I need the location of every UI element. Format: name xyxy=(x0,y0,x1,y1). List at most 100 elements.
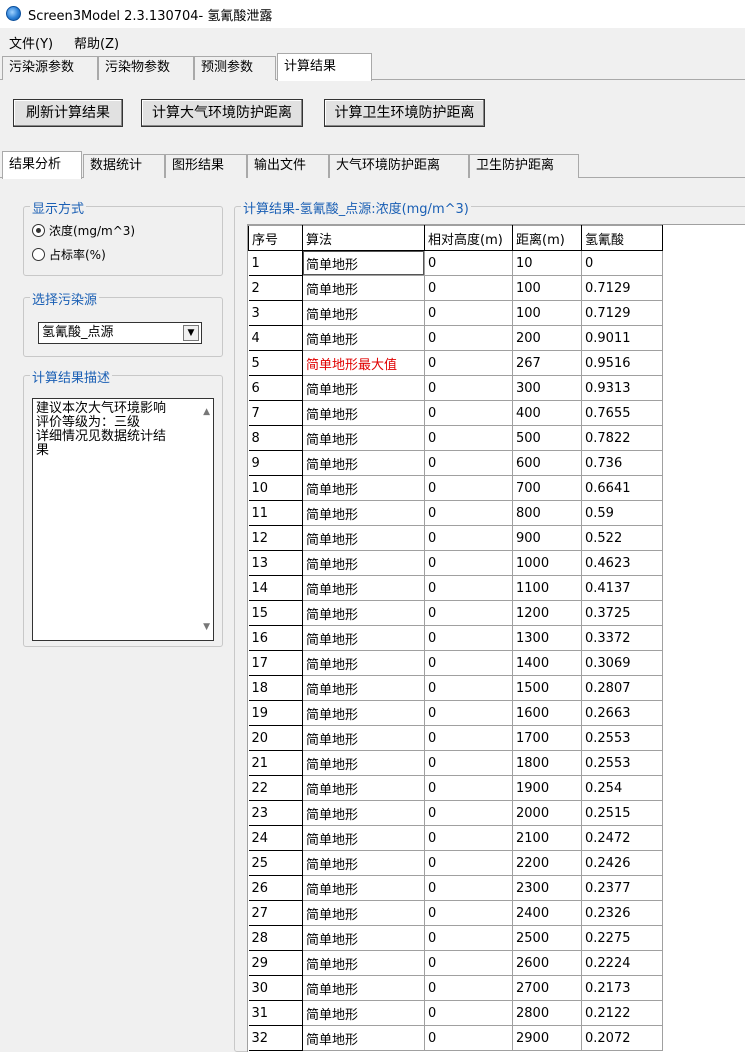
cell-height[interactable]: 0 xyxy=(424,850,513,876)
cell-algorithm[interactable]: 简单地形 xyxy=(302,725,425,751)
radio-ratio[interactable]: 占标率(%) xyxy=(32,246,106,263)
cell-distance[interactable]: 2700 xyxy=(512,975,582,1001)
cell-height[interactable]: 0 xyxy=(424,975,513,1001)
cell-algorithm[interactable]: 简单地形 xyxy=(302,1000,425,1026)
table-row[interactable]: 32 简单地形 0 2900 0.2072 xyxy=(248,1025,663,1051)
table-row[interactable]: 8 简单地形 0 500 0.7822 xyxy=(248,425,663,451)
cell-distance[interactable]: 700 xyxy=(512,475,582,501)
cell-height[interactable]: 0 xyxy=(424,575,513,601)
cell-index[interactable]: 19 xyxy=(248,700,303,726)
cell-hcn[interactable]: 0.522 xyxy=(581,525,663,551)
cell-hcn[interactable]: 0.9516 xyxy=(581,350,663,376)
cell-height[interactable]: 0 xyxy=(424,700,513,726)
cell-distance[interactable]: 1100 xyxy=(512,575,582,601)
cell-index[interactable]: 24 xyxy=(248,825,303,851)
table-row[interactable]: 30 简单地形 0 2700 0.2173 xyxy=(248,975,663,1001)
cell-hcn[interactable]: 0.3372 xyxy=(581,625,663,651)
cell-algorithm[interactable]: 简单地形 xyxy=(302,375,425,401)
cell-distance[interactable]: 100 xyxy=(512,275,582,301)
cell-algorithm[interactable]: 简单地形 xyxy=(302,950,425,976)
cell-index[interactable]: 18 xyxy=(248,675,303,701)
cell-height[interactable]: 0 xyxy=(424,625,513,651)
table-row[interactable]: 4 简单地形 0 200 0.9011 xyxy=(248,325,663,351)
cell-hcn[interactable]: 0.2072 xyxy=(581,1025,663,1051)
table-row[interactable]: 21 简单地形 0 1800 0.2553 xyxy=(248,750,663,776)
cell-distance[interactable]: 300 xyxy=(512,375,582,401)
cell-hcn[interactable]: 0.2326 xyxy=(581,900,663,926)
cell-height[interactable]: 0 xyxy=(424,550,513,576)
cell-hcn[interactable]: 0.7129 xyxy=(581,300,663,326)
cell-algorithm[interactable]: 简单地形 xyxy=(302,625,425,651)
chevron-down-icon[interactable]: ▼ xyxy=(183,325,199,341)
cell-algorithm[interactable]: 简单地形 xyxy=(302,900,425,926)
cell-algorithm[interactable]: 简单地形 xyxy=(302,400,425,426)
cell-algorithm[interactable]: 简单地形 xyxy=(302,475,425,501)
cell-distance[interactable]: 2200 xyxy=(512,850,582,876)
cell-algorithm[interactable]: 简单地形 xyxy=(302,600,425,626)
cell-index[interactable]: 7 xyxy=(248,400,303,426)
cell-distance[interactable]: 2000 xyxy=(512,800,582,826)
tab-output[interactable]: 输出文件 xyxy=(247,154,329,178)
description-textbox[interactable]: 建议本次大气环境影响 评价等级为：三级 详细情况见数据统计结 果 ▲ ▼ xyxy=(32,398,214,641)
cell-hcn[interactable]: 0.2224 xyxy=(581,950,663,976)
tab-prediction[interactable]: 预测参数 xyxy=(194,56,276,80)
cell-distance[interactable]: 100 xyxy=(512,300,582,326)
cell-algorithm[interactable]: 简单地形 xyxy=(302,800,425,826)
cell-index[interactable]: 13 xyxy=(248,550,303,576)
cell-height[interactable]: 0 xyxy=(424,300,513,326)
cell-index[interactable]: 5 xyxy=(248,350,303,376)
cell-hcn[interactable]: 0.2122 xyxy=(581,1000,663,1026)
cell-distance[interactable]: 10 xyxy=(512,250,582,276)
table-row[interactable]: 11 简单地形 0 800 0.59 xyxy=(248,500,663,526)
table-row[interactable]: 20 简单地形 0 1700 0.2553 xyxy=(248,725,663,751)
cell-index[interactable]: 6 xyxy=(248,375,303,401)
cell-algorithm[interactable]: 简单地形 xyxy=(302,450,425,476)
cell-hcn[interactable]: 0.2472 xyxy=(581,825,663,851)
cell-index[interactable]: 30 xyxy=(248,975,303,1001)
cell-algorithm[interactable]: 简单地形 xyxy=(302,275,425,301)
pollution-source-select[interactable]: 氢氰酸_点源 ▼ xyxy=(38,322,202,344)
cell-index[interactable]: 29 xyxy=(248,950,303,976)
table-row[interactable]: 31 简单地形 0 2800 0.2122 xyxy=(248,1000,663,1026)
cell-hcn[interactable]: 0.2275 xyxy=(581,925,663,951)
cell-index[interactable]: 21 xyxy=(248,750,303,776)
table-row[interactable]: 17 简单地形 0 1400 0.3069 xyxy=(248,650,663,676)
table-row[interactable]: 26 简单地形 0 2300 0.2377 xyxy=(248,875,663,901)
cell-height[interactable]: 0 xyxy=(424,500,513,526)
tab-results[interactable]: 计算结果 xyxy=(277,53,372,81)
cell-hcn[interactable]: 0.2173 xyxy=(581,975,663,1001)
tab-graphics[interactable]: 图形结果 xyxy=(165,154,247,178)
column-header-height[interactable]: 相对高度(m) xyxy=(424,225,513,251)
cell-height[interactable]: 0 xyxy=(424,875,513,901)
cell-index[interactable]: 27 xyxy=(248,900,303,926)
column-header-index[interactable]: 序号 xyxy=(248,225,303,251)
table-row[interactable]: 3 简单地形 0 100 0.7129 xyxy=(248,300,663,326)
cell-distance[interactable]: 200 xyxy=(512,325,582,351)
cell-index[interactable]: 20 xyxy=(248,725,303,751)
cell-hcn[interactable]: 0.3725 xyxy=(581,600,663,626)
cell-height[interactable]: 0 xyxy=(424,375,513,401)
cell-hcn[interactable]: 0.6641 xyxy=(581,475,663,501)
cell-algorithm[interactable]: 简单地形 xyxy=(302,650,425,676)
cell-height[interactable]: 0 xyxy=(424,900,513,926)
tab-statistics[interactable]: 数据统计 xyxy=(83,154,165,178)
cell-hcn[interactable]: 0.2426 xyxy=(581,850,663,876)
table-row[interactable]: 27 简单地形 0 2400 0.2326 xyxy=(248,900,663,926)
cell-height[interactable]: 0 xyxy=(424,475,513,501)
cell-height[interactable]: 0 xyxy=(424,725,513,751)
cell-algorithm[interactable]: 简单地形 xyxy=(302,575,425,601)
cell-index[interactable]: 9 xyxy=(248,450,303,476)
cell-hcn[interactable]: 0.2515 xyxy=(581,800,663,826)
cell-distance[interactable]: 800 xyxy=(512,500,582,526)
table-row[interactable]: 13 简单地形 0 1000 0.4623 xyxy=(248,550,663,576)
cell-height[interactable]: 0 xyxy=(424,525,513,551)
cell-height[interactable]: 0 xyxy=(424,800,513,826)
cell-algorithm[interactable]: 简单地形 xyxy=(302,700,425,726)
cell-distance[interactable]: 2400 xyxy=(512,900,582,926)
table-row[interactable]: 5 简单地形最大值 0 267 0.9516 xyxy=(248,350,663,376)
cell-algorithm[interactable]: 简单地形 xyxy=(302,675,425,701)
table-row[interactable]: 25 简单地形 0 2200 0.2426 xyxy=(248,850,663,876)
air-distance-button[interactable]: 计算大气环境防护距离 xyxy=(141,99,303,127)
cell-algorithm[interactable]: 简单地形 xyxy=(302,775,425,801)
cell-height[interactable]: 0 xyxy=(424,650,513,676)
